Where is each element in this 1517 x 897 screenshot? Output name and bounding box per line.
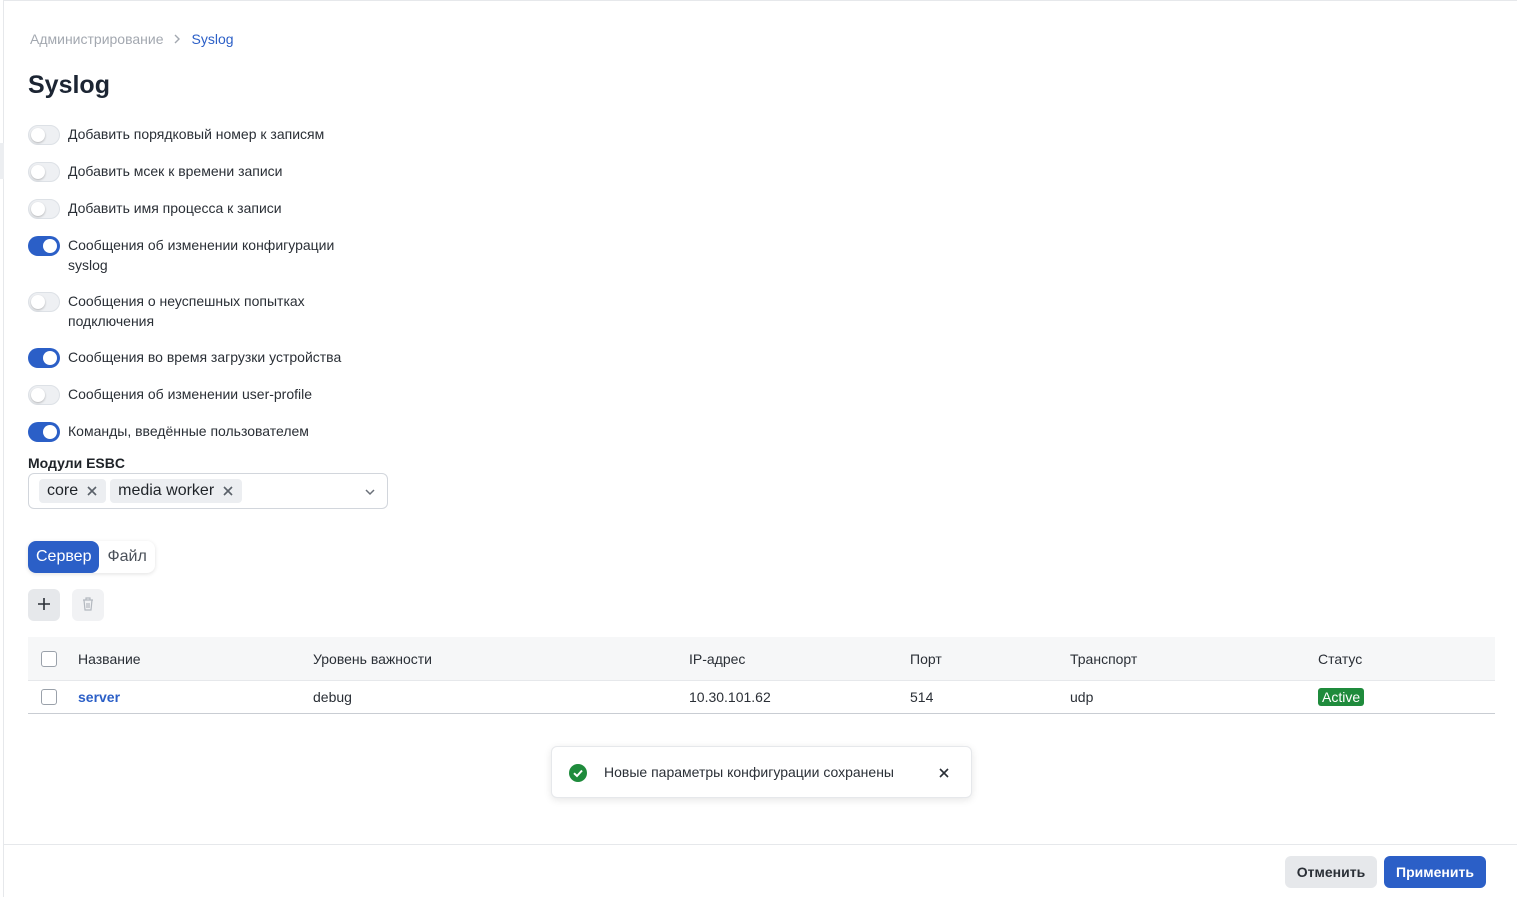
transport-cell: udp	[1070, 689, 1094, 705]
close-icon[interactable]	[222, 485, 234, 497]
toggle-switch[interactable]	[28, 385, 60, 405]
toggle-list: Добавить порядковый номер к записям Доба…	[28, 124, 388, 458]
toggle-label: Сообщения об изменении конфигурации sysl…	[68, 237, 335, 273]
apply-button[interactable]: Применить	[1384, 856, 1486, 888]
toggle-switch[interactable]	[28, 199, 60, 219]
chip-label: media worker	[118, 482, 215, 499]
modules-multiselect[interactable]: core media worker	[28, 473, 388, 509]
column-header-severity[interactable]: Уровень важности	[313, 651, 432, 667]
tab-server[interactable]: Сервер	[28, 541, 100, 573]
delete-button[interactable]	[72, 589, 104, 621]
sidebar-edge	[0, 0, 4, 897]
table-header: Название Уровень важности IP-адрес Порт …	[28, 637, 1495, 681]
plus-icon	[37, 597, 51, 614]
breadcrumb-root-link[interactable]: Администрирование	[30, 31, 164, 47]
toggle-label: Добавить имя процесса к записи	[68, 200, 282, 216]
add-button[interactable]	[28, 589, 60, 621]
toast-message: Новые параметры конфигурации сохранены	[604, 764, 894, 780]
close-icon[interactable]	[937, 766, 951, 780]
check-circle-icon	[569, 764, 587, 782]
tab-file[interactable]: Файл	[99, 541, 154, 573]
toggle-row-syslog-config-change[interactable]: Сообщения об изменении конфигурации sysl…	[28, 235, 388, 275]
server-name-link[interactable]: server	[78, 689, 120, 705]
table-row: server debug 10.30.101.62 514 udp Active	[28, 681, 1495, 714]
toggle-label: Добавить порядковый номер к записям	[68, 126, 325, 142]
page-title: Syslog	[28, 71, 110, 99]
column-header-status[interactable]: Статус	[1318, 651, 1362, 667]
toggle-row-failed-login[interactable]: Сообщения о неуспешных попытках подключе…	[28, 291, 388, 331]
toggle-row-user-commands[interactable]: Команды, введённые пользователем	[28, 421, 388, 442]
toggle-row-sequence-number[interactable]: Добавить порядковый номер к записям	[28, 124, 388, 145]
trash-icon	[81, 596, 95, 615]
chip-label: core	[47, 482, 79, 499]
toggle-label: Добавить мсек к времени записи	[68, 163, 283, 179]
sidebar-active-marker	[0, 143, 4, 179]
severity-cell: debug	[313, 689, 352, 705]
breadcrumb: Администрирование Syslog	[30, 31, 234, 47]
toggle-switch[interactable]	[28, 162, 60, 182]
column-header-name[interactable]: Название	[78, 651, 141, 667]
toggle-label: Сообщения о неуспешных попытках подключе…	[68, 293, 305, 329]
port-cell: 514	[910, 689, 934, 705]
toggle-switch[interactable]	[28, 348, 60, 368]
chevron-down-icon[interactable]	[363, 485, 377, 499]
toggle-switch[interactable]	[28, 236, 60, 256]
window-top-border	[0, 0, 1517, 1]
toggle-label: Команды, введённые пользователем	[68, 423, 309, 439]
success-toast: Новые параметры конфигурации сохранены	[551, 746, 972, 798]
modules-label: Модули ESBC	[28, 455, 125, 471]
breadcrumb-current: Syslog	[191, 31, 234, 47]
toggle-row-user-profile-change[interactable]: Сообщения об изменении user-profile	[28, 384, 388, 405]
toggle-switch[interactable]	[28, 125, 60, 145]
module-chip-core: core	[39, 479, 107, 503]
select-all-checkbox[interactable]	[41, 650, 57, 667]
cancel-button[interactable]: Отменить	[1285, 856, 1377, 888]
chevron-right-icon	[170, 32, 184, 46]
toggle-label: Сообщения об изменении user-profile	[68, 386, 313, 402]
row-checkbox[interactable]	[41, 689, 57, 705]
column-header-port[interactable]: Порт	[910, 651, 942, 667]
toggle-row-msec[interactable]: Добавить мсек к времени записи	[28, 161, 388, 182]
close-icon[interactable]	[86, 485, 98, 497]
toggle-row-boot-messages[interactable]: Сообщения во время загрузки устройства	[28, 347, 388, 368]
toggle-label: Сообщения во время загрузки устройства	[68, 349, 342, 365]
servers-table: Название Уровень важности IP-адрес Порт …	[28, 637, 1495, 714]
toggle-switch[interactable]	[28, 292, 60, 312]
toggle-switch[interactable]	[28, 422, 60, 442]
module-chip-media-worker: media worker	[110, 479, 243, 503]
column-header-transport[interactable]: Транспорт	[1070, 651, 1137, 667]
toggle-row-process-name[interactable]: Добавить имя процесса к записи	[28, 198, 388, 219]
column-header-ip[interactable]: IP-адрес	[689, 651, 745, 667]
target-segmented-control: Сервер Файл	[28, 541, 155, 573]
ip-cell: 10.30.101.62	[689, 689, 771, 705]
status-badge: Active	[1318, 688, 1365, 706]
